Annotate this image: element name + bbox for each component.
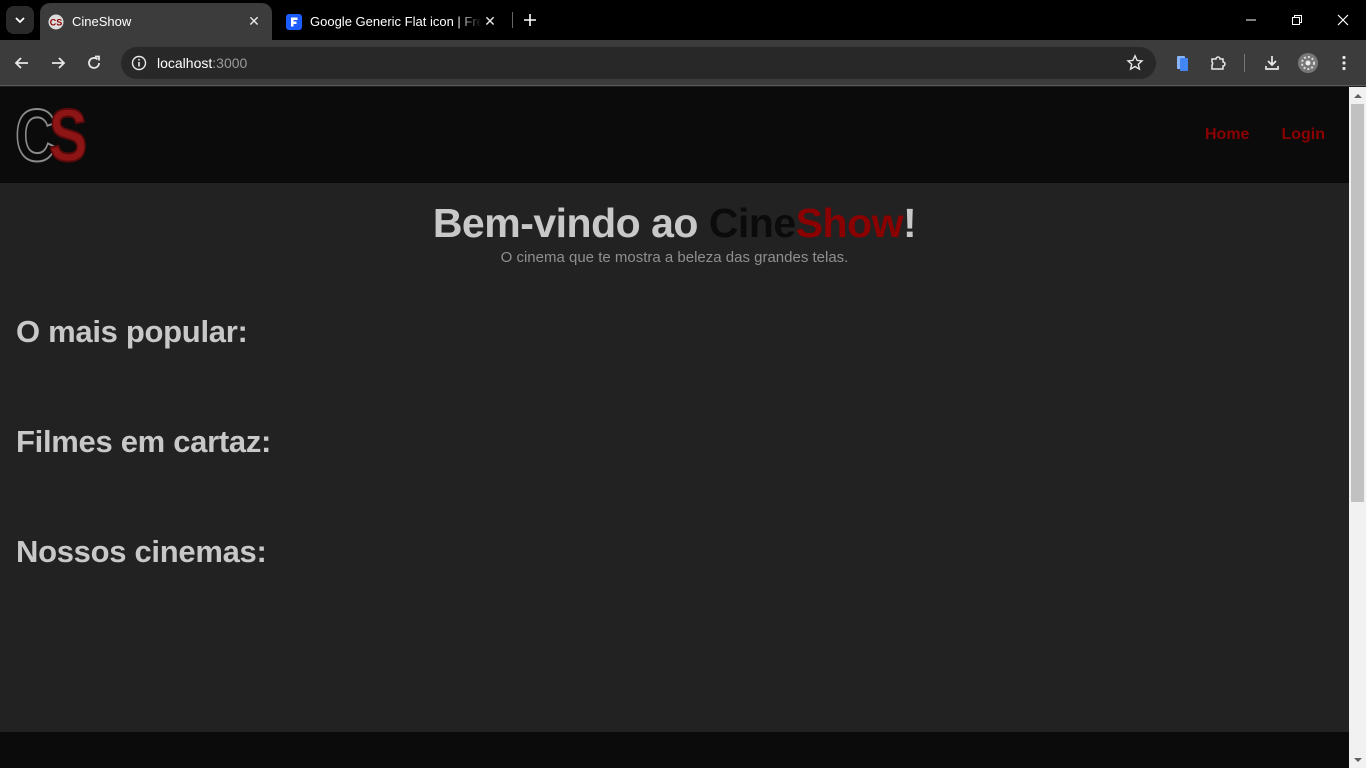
title-brand-cine: Cine (708, 200, 796, 246)
toolbar-divider (1244, 54, 1245, 72)
tab-title: CineShow (72, 14, 132, 29)
back-button[interactable] (8, 49, 36, 77)
freepik-favicon (286, 13, 302, 30)
download-icon[interactable] (1260, 51, 1284, 75)
main-nav: Home Login (1205, 87, 1325, 183)
new-tab-button[interactable] (519, 9, 541, 31)
url-port: :3000 (212, 55, 248, 71)
close-window-button[interactable] (1320, 0, 1366, 40)
page-title: Bem-vindo ao CineShow! (0, 199, 1349, 247)
address-bar[interactable]: localhost:3000 (121, 47, 1156, 79)
scroll-down-arrow-icon[interactable] (1349, 751, 1366, 768)
tab-title: Google Generic Flat icon | Freepik (310, 14, 482, 29)
forward-button[interactable] (44, 49, 72, 77)
site-footer (0, 732, 1349, 768)
page-viewport: CS Home Login Bem-vindo ao CineShow! O c… (0, 87, 1349, 768)
nav-link-login[interactable]: Login (1281, 126, 1325, 144)
bookmark-star-icon[interactable] (1126, 54, 1144, 77)
restore-icon (1292, 15, 1302, 25)
extensions-puzzle-icon[interactable] (1206, 51, 1230, 75)
title-suffix: ! (903, 200, 917, 246)
title-prefix: Bem-vindo ao (432, 200, 709, 246)
menu-kebab-icon[interactable] (1332, 51, 1356, 75)
svg-text:CS: CS (50, 17, 63, 27)
page-subtitle: O cinema que te mostra a beleza das gran… (500, 249, 849, 266)
browser-toolbar: localhost:3000 (0, 40, 1366, 86)
site-info-icon[interactable] (123, 55, 155, 71)
section-title-cinemas: Nossos cinemas: (16, 534, 267, 569)
tab-divider (512, 12, 513, 28)
site-header: CS Home Login (0, 87, 1349, 183)
tab-search-button[interactable] (6, 6, 34, 34)
scrollbar-thumb[interactable] (1351, 104, 1364, 502)
chevron-down-icon (15, 17, 25, 24)
minimize-icon (1246, 19, 1256, 21)
close-icon (1337, 14, 1349, 26)
section-title-now-showing: Filmes em cartaz: (16, 424, 272, 459)
page-scrollbar[interactable] (1349, 87, 1366, 768)
arrow-left-icon (14, 57, 28, 69)
tab-freepik[interactable]: Google Generic Flat icon | Freepik ✕ (278, 3, 508, 40)
url-host: localhost (157, 55, 213, 71)
reload-icon (88, 55, 100, 69)
logo-letter-s: S (48, 94, 88, 177)
minimize-button[interactable] (1228, 0, 1274, 40)
nav-link-home[interactable]: Home (1205, 126, 1249, 144)
section-title-popular: O mais popular: (16, 314, 248, 349)
tab-strip: CS CineShow ✕ Google Generic Flat icon |… (0, 0, 1366, 40)
title-brand-show: Show (795, 200, 904, 246)
scroll-up-arrow-icon[interactable] (1349, 87, 1366, 104)
cineshow-logo[interactable]: CS (14, 98, 97, 174)
tab-cineshow[interactable]: CS CineShow ✕ (40, 3, 272, 40)
reload-button[interactable] (80, 49, 108, 77)
hero-section: Bem-vindo ao CineShow! O cinema que te m… (0, 199, 1349, 266)
reading-list-icon[interactable] (1170, 51, 1194, 75)
profile-avatar[interactable] (1296, 51, 1320, 75)
cineshow-favicon: CS (48, 14, 64, 30)
restore-button[interactable] (1274, 0, 1320, 40)
logo-letter-c: C (14, 94, 57, 177)
url-text: localhost:3000 (157, 55, 247, 71)
close-icon[interactable]: ✕ (246, 13, 262, 30)
plus-icon (524, 14, 536, 26)
arrow-right-icon (52, 57, 66, 69)
close-icon[interactable]: ✕ (482, 13, 498, 30)
